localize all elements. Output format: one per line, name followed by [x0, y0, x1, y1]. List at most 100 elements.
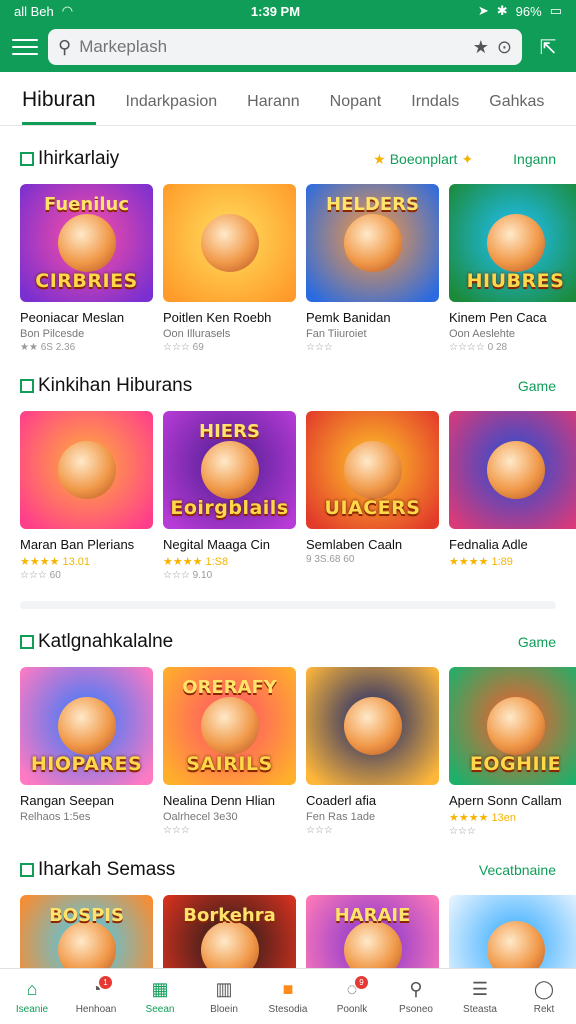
- game-card[interactable]: HIUBRES Kinem Pen Caca Oon Aeslehte ☆☆☆☆ 0 …: [449, 184, 576, 353]
- section-title-text: Kinkihan Hiburans: [38, 375, 193, 396]
- game-thumbnail[interactable]: UIACERS: [306, 411, 439, 529]
- book-icon: ▥: [215, 979, 233, 999]
- game-subtitle: Oon Illurasels: [163, 328, 231, 340]
- game-thumbnail[interactable]: HIOPARES: [20, 667, 153, 785]
- section-see-more-link[interactable]: Game: [518, 378, 556, 394]
- game-card[interactable]: EOGHIIE Apern Sonn Callam ★★★★ 13en ☆☆☆: [449, 667, 576, 837]
- bluetooth-icon: ✱: [496, 3, 508, 18]
- mascot-image: [486, 214, 545, 272]
- game-thumbnail[interactable]: [20, 411, 153, 529]
- tab-hiburan[interactable]: Hiburan: [22, 88, 96, 125]
- section-title: Kinkihan Hiburans: [20, 375, 192, 397]
- game-row: Maran Ban Plerians ★★★★ 13.01 ☆☆☆ 60 HIERS E…: [20, 411, 576, 581]
- game-card[interactable]: HIOPARES Rangan Seepan Relhaos 1:5es: [20, 667, 153, 837]
- target-icon[interactable]: ⊙: [497, 37, 512, 58]
- nav-item[interactable]: ⚲ Psoneo: [388, 979, 444, 1015]
- tab-indarkpasion[interactable]: Indarkpasion: [126, 93, 218, 125]
- nav-label: Poonlk: [336, 1003, 368, 1015]
- section-links: Vecatbnaine: [479, 862, 556, 878]
- section-links: ★ Boeonplart ✦ Ingann: [373, 151, 556, 168]
- section-square-icon: [20, 152, 34, 166]
- search-input[interactable]: [79, 37, 465, 57]
- list-icon: ☰: [471, 979, 489, 999]
- game-card[interactable]: Poitlen Ken Roebh Oon Illurasels ☆☆☆ 69: [163, 184, 296, 353]
- nav-item[interactable]: ■ Stesodia: [260, 979, 316, 1015]
- section-title-text: Ihirkarlaiy: [38, 148, 120, 169]
- game-logo-top: ORERAFY: [182, 677, 277, 698]
- status-bar: all Beh ◠ 1:39 PM ➤ ✱ 96% ▭: [0, 0, 576, 22]
- game-thumbnail[interactable]: EOGHIIE: [449, 667, 576, 785]
- nav-item[interactable]: ◯ Rekt: [516, 979, 572, 1015]
- game-subtitle: Oon Aeslehte: [449, 328, 516, 340]
- game-title: Maran Ban Plerians: [20, 537, 135, 552]
- section-link-text: Game: [517, 634, 556, 650]
- game-thumbnail[interactable]: HELDERS: [306, 184, 439, 302]
- game-card[interactable]: Fednalia Adle ★★★★ 1:89: [449, 411, 576, 581]
- location-icon: ➤: [477, 3, 489, 18]
- section-header: Ihirkarlaiy ★ Boeonplart ✦ Ingann: [20, 148, 556, 170]
- game-card[interactable]: ORERAFY SAIRILS Nealina Denn Hlian Oalrhece…: [163, 667, 296, 837]
- game-thumbnail[interactable]: [163, 184, 296, 302]
- wifi-icon: ◠: [61, 3, 74, 18]
- game-thumbnail[interactable]: Fueniluc CIRBRIES: [20, 184, 153, 302]
- game-title: Peoniacar Meslan: [20, 310, 125, 325]
- section-link-text: Boeonplart: [389, 151, 458, 167]
- game-thumbnail[interactable]: HIERS Eoirgblails: [163, 411, 296, 529]
- game-rating: ☆☆☆: [163, 825, 190, 836]
- folder-icon: ■: [282, 979, 294, 999]
- game-rating: ★★ 6S 2.36: [20, 342, 76, 353]
- game-card[interactable]: HIERS Eoirgblails Negital Maaga Cin ★★★★ 1:…: [163, 411, 296, 581]
- game-logo: Eoirgblails: [170, 497, 289, 519]
- game-rating: ☆☆☆ 60: [20, 570, 61, 581]
- app-bar: ⚲ ★ ⊙ ⇱: [0, 22, 576, 72]
- game-title: Pemk Banidan: [306, 310, 391, 325]
- section-square-icon: [20, 635, 34, 649]
- section-see-more-link[interactable]: ★ Boeonplart ✦: [373, 151, 473, 168]
- game-card[interactable]: Maran Ban Plerians ★★★★ 13.01 ☆☆☆ 60: [20, 411, 153, 581]
- game-card[interactable]: HELDERS Pemk Banidan Fan Tiiuroiet ☆☆☆: [306, 184, 439, 353]
- tab-nopant[interactable]: Nopant: [330, 93, 382, 125]
- nav-item[interactable]: ▥ Bloein: [196, 979, 252, 1015]
- section-header: Iharkah Semass Vecatbnaine: [20, 859, 556, 881]
- mascot-image: [57, 697, 116, 755]
- game-thumbnail[interactable]: [449, 411, 576, 529]
- section-see-more-link[interactable]: Game: [518, 634, 556, 650]
- section-secondary-link[interactable]: Ingann: [513, 151, 556, 168]
- share-icon[interactable]: ⇱: [532, 31, 564, 63]
- game-logo: CIRBRIES: [35, 270, 138, 292]
- menu-icon[interactable]: [12, 34, 38, 60]
- category-tabs: Hiburan Indarkpasion Harann Nopant Irnda…: [0, 72, 576, 126]
- nav-item[interactable]: ⌂ Iseanie: [4, 979, 60, 1015]
- tab-irndals[interactable]: Irndals: [411, 93, 459, 125]
- mascot-image: [200, 697, 259, 755]
- section-square-icon: [20, 379, 34, 393]
- section-links: Game: [518, 634, 556, 650]
- game-thumbnail[interactable]: HIUBRES: [449, 184, 576, 302]
- nav-item[interactable]: ▦ Seean: [132, 979, 188, 1015]
- game-rating: 9 3S.68 60: [306, 554, 355, 565]
- game-card[interactable]: Coaderl afia Fen Ras 1ade ☆☆☆: [306, 667, 439, 837]
- game-logo-top: HARAIE: [334, 905, 411, 926]
- star-icon[interactable]: ★: [473, 37, 489, 58]
- game-card[interactable]: UIACERS Semlaben Caaln 9 3S.68 60: [306, 411, 439, 581]
- game-logo: HIOPARES: [30, 753, 143, 775]
- game-thumbnail[interactable]: ORERAFY SAIRILS: [163, 667, 296, 785]
- game-title: Fednalia Adle: [449, 537, 528, 552]
- section-divider: [20, 601, 556, 609]
- search-bar[interactable]: ⚲ ★ ⊙: [48, 29, 522, 65]
- tab-gahkas[interactable]: Gahkas: [489, 93, 544, 125]
- game-logo-top: Borkehra: [183, 905, 276, 926]
- nav-label: Seean: [145, 1003, 175, 1015]
- game-subtitle: ★★★★ 1:89: [449, 556, 513, 568]
- section-see-more-link[interactable]: Vecatbnaine: [479, 862, 556, 878]
- person-icon: ◯: [533, 979, 555, 999]
- nav-item[interactable]: ◌ 9 Poonlk: [324, 975, 380, 1015]
- tab-harann[interactable]: Harann: [247, 93, 299, 125]
- game-title: Poitlen Ken Roebh: [163, 310, 272, 325]
- game-thumbnail[interactable]: [306, 667, 439, 785]
- game-card[interactable]: Fueniluc CIRBRIES Peoniacar Meslan Bon Pilc…: [20, 184, 153, 353]
- nav-item[interactable]: ☰ Steasta: [452, 979, 508, 1015]
- nav-label: Stesodia: [268, 1003, 308, 1015]
- game-subtitle: ★★★★ 13en: [449, 812, 516, 824]
- nav-item[interactable]: ◔ 1 Henhoan: [68, 975, 124, 1015]
